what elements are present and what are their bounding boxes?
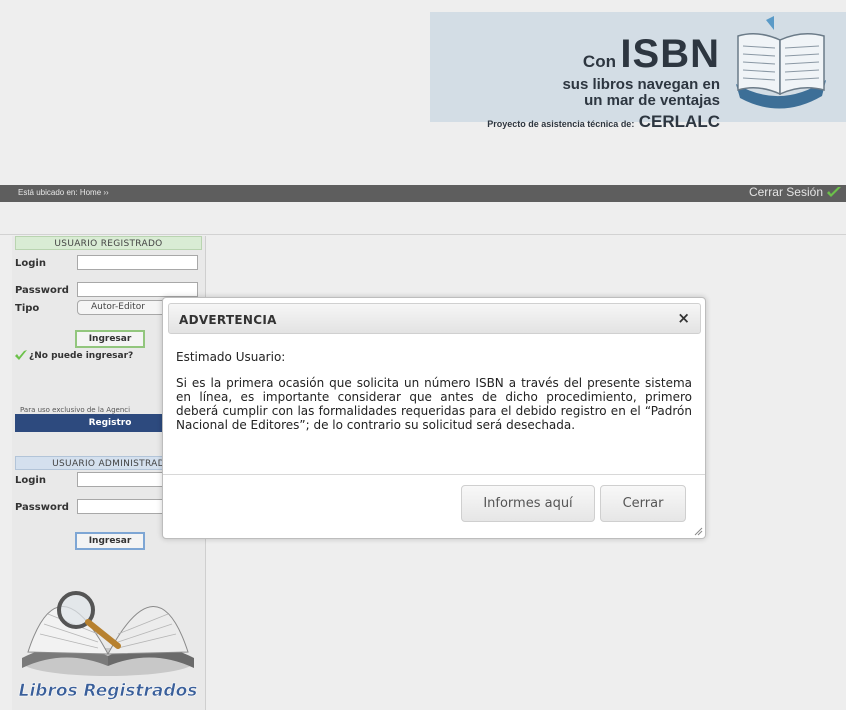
informes-button[interactable]: Informes aquí [461, 485, 595, 522]
dialog-greeting: Estimado Usuario: [176, 350, 286, 364]
site-header: Con ISBN sus libros navegan en un mar de… [0, 0, 846, 132]
admin-password-label: Password [15, 502, 69, 513]
header-divider [0, 234, 846, 235]
logout-label: Cerrar Sesión [748, 185, 823, 199]
project-label: Proyecto de asistencia técnica de: [487, 119, 635, 129]
admin-ingresar-button[interactable]: Ingresar [75, 532, 145, 550]
slogan-con: Con [582, 52, 616, 71]
exclusive-use-note: Para uso exclusivo de la Agenci [20, 406, 131, 414]
cant-login-label: ¿No puede ingresar? [29, 350, 134, 361]
dialog-body: Estimado Usuario: Si es la primera ocasi… [176, 350, 692, 432]
slogan: Con ISBN sus libros navegan en un mar de… [562, 32, 720, 109]
open-book-logo-icon [736, 16, 826, 109]
slogan-isbn: ISBN [620, 32, 720, 76]
breadcrumb: Está ubicado en: Home ›› [18, 188, 109, 197]
registered-user-heading: USUARIO REGISTRADO [15, 236, 202, 250]
dialog-message: Si es la primera ocasión que solicita un… [176, 376, 692, 432]
close-icon[interactable]: × [677, 309, 690, 327]
ingresar-button[interactable]: Ingresar [75, 330, 145, 348]
password-label: Password [15, 285, 69, 296]
registered-books-image[interactable]: Libros Registrados [18, 554, 198, 704]
breadcrumb-bar: Está ubicado en: Home ›› Cerrar Sesión [0, 185, 846, 202]
password-input[interactable] [77, 282, 198, 297]
warning-dialog: ADVERTENCIA × Estimado Usuario: Si es la… [162, 297, 706, 539]
login-input[interactable] [77, 255, 198, 270]
slogan-line-1: sus libros navegan en [562, 76, 720, 93]
project-org: CERLALC [638, 112, 720, 131]
project-credit: Proyecto de asistencia técnica de: CERLA… [487, 112, 720, 132]
logout-link[interactable]: Cerrar Sesión [749, 185, 842, 199]
dialog-titlebar[interactable]: ADVERTENCIA × [168, 303, 701, 334]
login-label: Login [15, 258, 46, 269]
dialog-separator [163, 474, 705, 475]
tipo-label: Tipo [15, 303, 40, 314]
cerrar-button[interactable]: Cerrar [600, 485, 686, 522]
resize-grip-icon[interactable] [693, 526, 703, 536]
page: Con ISBN sus libros navegan en un mar de… [0, 0, 846, 710]
libros-caption: Libros Registrados [19, 681, 198, 701]
check-icon [15, 350, 27, 360]
slogan-line-2: un mar de ventajas [584, 92, 720, 109]
dialog-title: ADVERTENCIA [179, 313, 277, 327]
green-check-icon [827, 187, 841, 197]
cant-login-link[interactable]: ¿No puede ingresar? [15, 350, 133, 361]
admin-login-label: Login [15, 475, 46, 486]
